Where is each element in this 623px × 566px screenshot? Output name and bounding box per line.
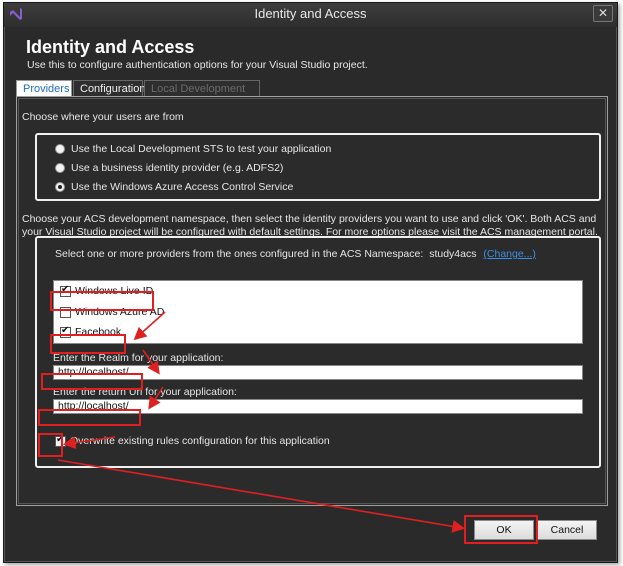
radio-button[interactable] xyxy=(55,144,65,154)
cancel-button[interactable]: Cancel xyxy=(537,520,597,540)
page-subtitle: Use this to configure authentication opt… xyxy=(27,59,368,71)
radio-azure-acs[interactable]: Use the Windows Azure Access Control Ser… xyxy=(55,181,293,193)
radio-label: Use the Windows Azure Access Control Ser… xyxy=(71,181,294,193)
namespace-label: Select one or more providers from the on… xyxy=(55,248,424,260)
overwrite-rules-option[interactable]: Overwrite existing rules configuration f… xyxy=(55,434,330,447)
close-icon[interactable]: ✕ xyxy=(593,5,613,22)
radio-button-selected[interactable] xyxy=(55,182,65,192)
annotation-box-realm xyxy=(41,373,143,390)
change-namespace-link[interactable]: (Change...) xyxy=(483,248,536,260)
users-section-label: Choose where your users are from xyxy=(22,111,184,123)
user-source-group: Use the Local Development STS to test yo… xyxy=(35,133,601,201)
title-bar[interactable]: Identity and Access ✕ xyxy=(4,3,617,27)
namespace-value: study4acs xyxy=(429,248,477,260)
provider-list[interactable]: Windows Live ID Windows Azure AD Faceboo… xyxy=(53,280,583,344)
annotation-box-facebook xyxy=(50,334,126,354)
radio-business-idp[interactable]: Use a business identity provider (e.g. A… xyxy=(55,162,283,174)
annotation-box-windows-live-id xyxy=(50,291,154,311)
radio-local-sts[interactable]: Use the Local Development STS to test yo… xyxy=(55,143,331,155)
radio-button[interactable] xyxy=(55,163,65,173)
tab-providers[interactable]: Providers xyxy=(16,80,72,97)
window-title: Identity and Access xyxy=(254,6,367,21)
radio-label: Use the Local Development STS to test yo… xyxy=(71,143,332,155)
namespace-line: Select one or more providers from the on… xyxy=(55,248,536,260)
page-title: Identity and Access xyxy=(26,37,195,57)
annotation-box-ok xyxy=(464,515,538,544)
annotation-box-return-url xyxy=(38,409,141,426)
overwrite-label: Overwrite existing rules configuration f… xyxy=(70,435,330,447)
identity-access-dialog: Identity and Access ✕ Identity and Acces… xyxy=(3,2,618,563)
tab-configuration[interactable]: Configuration xyxy=(73,80,145,97)
radio-label: Use a business identity provider (e.g. A… xyxy=(71,162,284,174)
annotation-box-overwrite xyxy=(38,433,63,457)
tab-local-development-sts[interactable]: Local Development STS xyxy=(144,80,260,107)
